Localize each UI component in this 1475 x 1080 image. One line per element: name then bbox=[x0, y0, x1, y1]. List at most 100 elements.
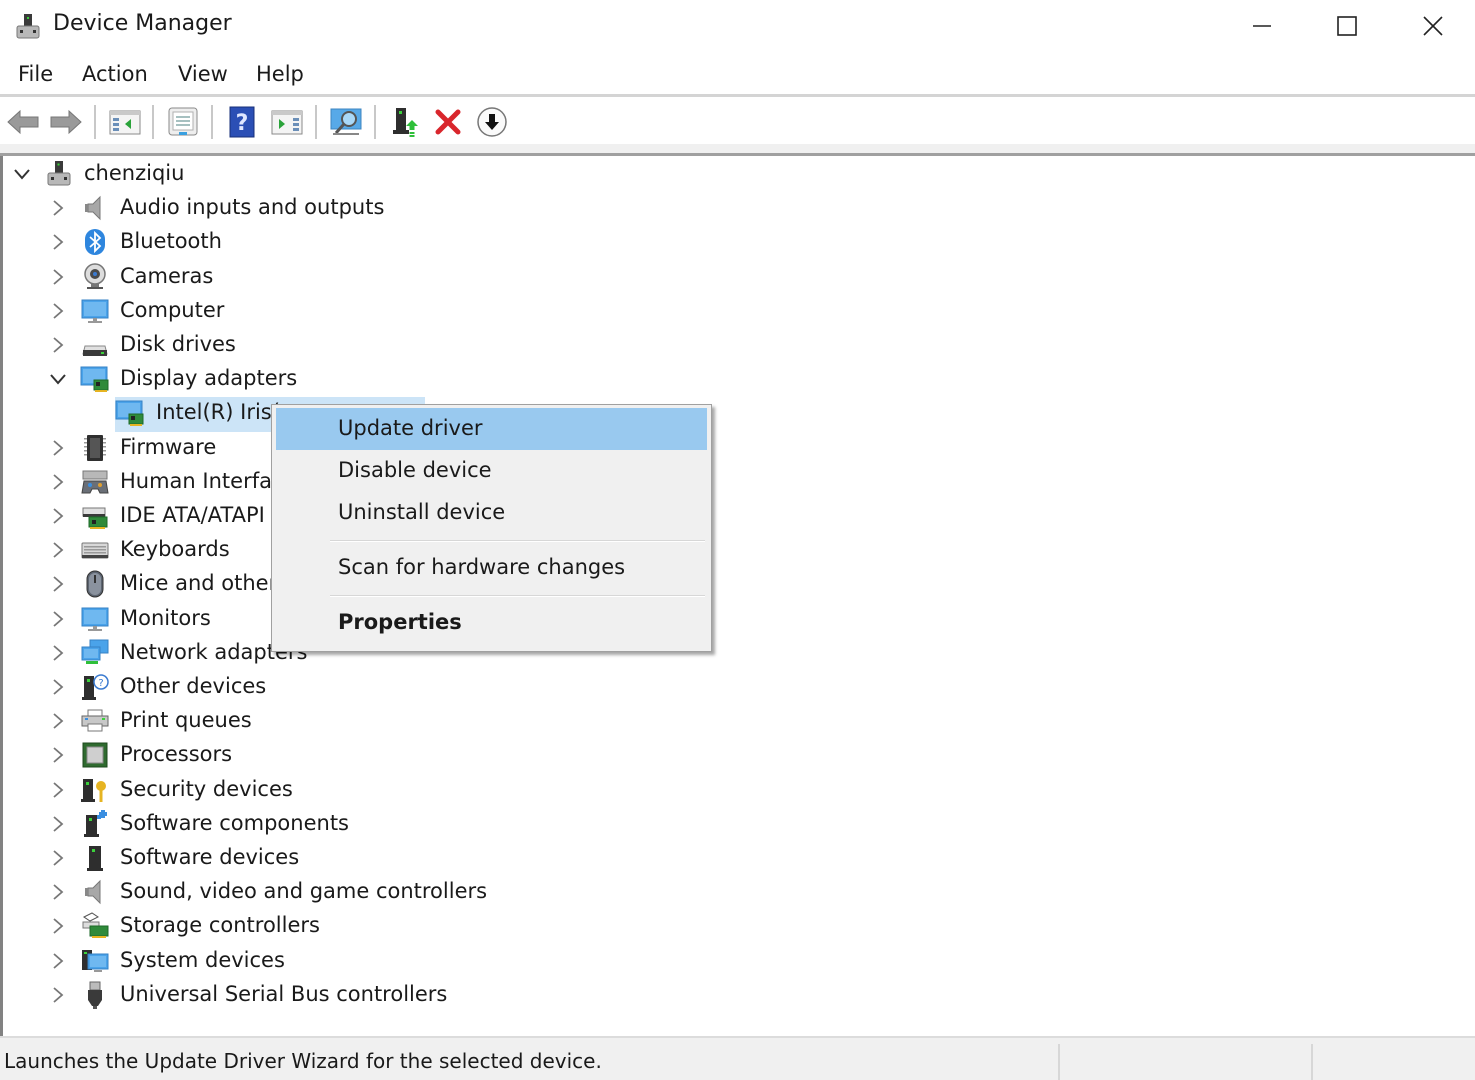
show-hide-console-tree-button[interactable] bbox=[106, 104, 144, 140]
expand-chevron-icon[interactable] bbox=[48, 711, 68, 731]
tree-item-label: Firmware bbox=[120, 434, 217, 459]
tree-category-system-devices[interactable]: System devices bbox=[0, 944, 1475, 978]
tree-category-processors[interactable]: Processors bbox=[0, 738, 1475, 772]
expand-chevron-icon[interactable] bbox=[48, 951, 68, 971]
display-adapter-icon bbox=[80, 364, 110, 394]
context-menu-properties[interactable]: Properties bbox=[276, 602, 707, 644]
help-icon: ? bbox=[229, 106, 255, 138]
menu-view[interactable]: View bbox=[176, 62, 230, 86]
tree-device-item[interactable]: Intel(R) Iris( bbox=[0, 396, 1475, 430]
status-text: Launches the Update Driver Wizard for th… bbox=[4, 1049, 602, 1073]
expand-chevron-icon[interactable] bbox=[48, 198, 68, 218]
expand-chevron-icon[interactable] bbox=[48, 780, 68, 800]
ide-controller-icon bbox=[80, 501, 110, 531]
tree-category-computer[interactable]: Computer bbox=[0, 294, 1475, 328]
action-pane-icon bbox=[271, 110, 303, 135]
tree-item-label: IDE ATA/ATAPI bbox=[120, 503, 265, 527]
status-bar: Launches the Update Driver Wizard for th… bbox=[0, 1036, 1475, 1080]
tree-category-storage-controllers[interactable]: Storage controllers bbox=[0, 909, 1475, 943]
usb-icon bbox=[80, 980, 110, 1010]
tree-item-label: Software devices bbox=[120, 845, 300, 869]
tree-category-security-devices[interactable]: Security devices bbox=[0, 773, 1475, 807]
tree-category-ide-ata-atapi[interactable]: IDE ATA/ATAPI bbox=[0, 499, 1475, 533]
close-button[interactable] bbox=[1390, 0, 1475, 52]
tree-category-software-components[interactable]: Software components bbox=[0, 807, 1475, 841]
expand-chevron-icon[interactable] bbox=[48, 267, 68, 287]
expand-chevron-icon[interactable] bbox=[48, 677, 68, 697]
tree-item-label: Cameras bbox=[120, 263, 214, 288]
expand-chevron-icon[interactable] bbox=[48, 882, 68, 902]
expand-chevron-icon[interactable] bbox=[48, 916, 68, 936]
expand-chevron-icon[interactable] bbox=[48, 643, 68, 663]
collapse-chevron-icon[interactable] bbox=[48, 369, 68, 389]
svg-text:?: ? bbox=[236, 111, 249, 136]
collapse-chevron-icon[interactable] bbox=[12, 164, 32, 184]
keyboard-icon bbox=[80, 535, 110, 565]
tree-root-node[interactable]: chenziqiu bbox=[0, 157, 1475, 191]
expand-chevron-icon[interactable] bbox=[48, 540, 68, 560]
expand-chevron-icon[interactable] bbox=[48, 814, 68, 834]
expand-chevron-icon[interactable] bbox=[48, 985, 68, 1005]
status-divider bbox=[1058, 1044, 1060, 1080]
disable-device-button[interactable] bbox=[473, 104, 511, 140]
menu-file[interactable]: File bbox=[16, 62, 55, 86]
context-menu-disable-device[interactable]: Disable device bbox=[276, 450, 707, 492]
tree-category-disk-drives[interactable]: Disk drives bbox=[0, 328, 1475, 362]
expand-chevron-icon[interactable] bbox=[48, 848, 68, 868]
tree-category-universal-serial-bus-controllers[interactable]: Universal Serial Bus controllers bbox=[0, 978, 1475, 1012]
tree-category-monitors[interactable]: Monitors bbox=[0, 602, 1475, 636]
expand-chevron-icon[interactable] bbox=[48, 609, 68, 629]
tree-category-mice-and-other[interactable]: Mice and other bbox=[0, 567, 1475, 601]
help-button[interactable]: ? bbox=[223, 104, 261, 140]
tree-item-label: Universal Serial Bus controllers bbox=[120, 981, 448, 1006]
scan-hardware-button[interactable] bbox=[327, 104, 365, 140]
tree-item-label: Audio inputs and outputs bbox=[120, 195, 385, 220]
minimize-button[interactable] bbox=[1219, 0, 1305, 52]
tree-category-bluetooth[interactable]: Bluetooth bbox=[0, 225, 1475, 259]
tree-category-sound-video-and-game-controllers[interactable]: Sound, video and game controllers bbox=[0, 875, 1475, 909]
expand-chevron-icon[interactable] bbox=[48, 438, 68, 458]
properties-button[interactable] bbox=[164, 104, 202, 140]
maximize-button[interactable] bbox=[1304, 0, 1390, 52]
maximize-icon bbox=[1337, 16, 1357, 36]
show-hide-action-pane-button[interactable] bbox=[268, 104, 306, 140]
context-menu-uninstall-device[interactable]: Uninstall device bbox=[276, 492, 707, 534]
context-menu-scan-hardware[interactable]: Scan for hardware changes bbox=[276, 547, 707, 589]
forward-button[interactable] bbox=[47, 104, 85, 140]
context-menu: Update driver Disable device Uninstall d… bbox=[271, 404, 712, 652]
expand-chevron-icon[interactable] bbox=[48, 232, 68, 252]
tree-category-other-devices[interactable]: ? Other devices bbox=[0, 670, 1475, 704]
menu-item-label: Uninstall device bbox=[338, 500, 506, 524]
processor-icon bbox=[80, 740, 110, 770]
tree-category-network-adapters[interactable]: Network adapters bbox=[0, 636, 1475, 670]
network-icon bbox=[80, 638, 110, 668]
menu-bar: File Action View Help bbox=[0, 52, 1475, 97]
expand-chevron-icon[interactable] bbox=[48, 301, 68, 321]
menu-action[interactable]: Action bbox=[80, 62, 150, 86]
tree-category-software-devices[interactable]: Software devices bbox=[0, 841, 1475, 875]
expand-chevron-icon[interactable] bbox=[48, 506, 68, 526]
back-button[interactable] bbox=[4, 104, 42, 140]
context-menu-update-driver[interactable]: Update driver bbox=[276, 408, 707, 450]
expand-chevron-icon[interactable] bbox=[48, 574, 68, 594]
expand-chevron-icon[interactable] bbox=[48, 745, 68, 765]
tree-category-audio-inputs-and-outputs[interactable]: Audio inputs and outputs bbox=[0, 191, 1475, 225]
menu-help[interactable]: Help bbox=[254, 62, 306, 86]
update-driver-button[interactable] bbox=[386, 104, 424, 140]
status-divider bbox=[1311, 1044, 1313, 1080]
speaker-icon bbox=[80, 193, 110, 223]
tree-category-human-interfa[interactable]: Human Interfa bbox=[0, 465, 1475, 499]
uninstall-device-button[interactable] bbox=[429, 104, 467, 140]
tree-category-cameras[interactable]: Cameras bbox=[0, 260, 1475, 294]
disk-drive-icon bbox=[80, 330, 110, 360]
forward-arrow-icon bbox=[50, 109, 82, 135]
tree-category-keyboards[interactable]: Keyboards bbox=[0, 533, 1475, 567]
expand-chevron-icon[interactable] bbox=[48, 472, 68, 492]
tree-category-display-adapters[interactable]: Display adapters bbox=[0, 362, 1475, 396]
computer-root-icon bbox=[44, 159, 74, 189]
expand-chevron-icon[interactable] bbox=[48, 335, 68, 355]
tree-category-print-queues[interactable]: Print queues bbox=[0, 704, 1475, 738]
hid-icon bbox=[80, 467, 110, 497]
toolbar-separator bbox=[211, 105, 213, 139]
tree-category-firmware[interactable]: Firmware bbox=[0, 431, 1475, 465]
